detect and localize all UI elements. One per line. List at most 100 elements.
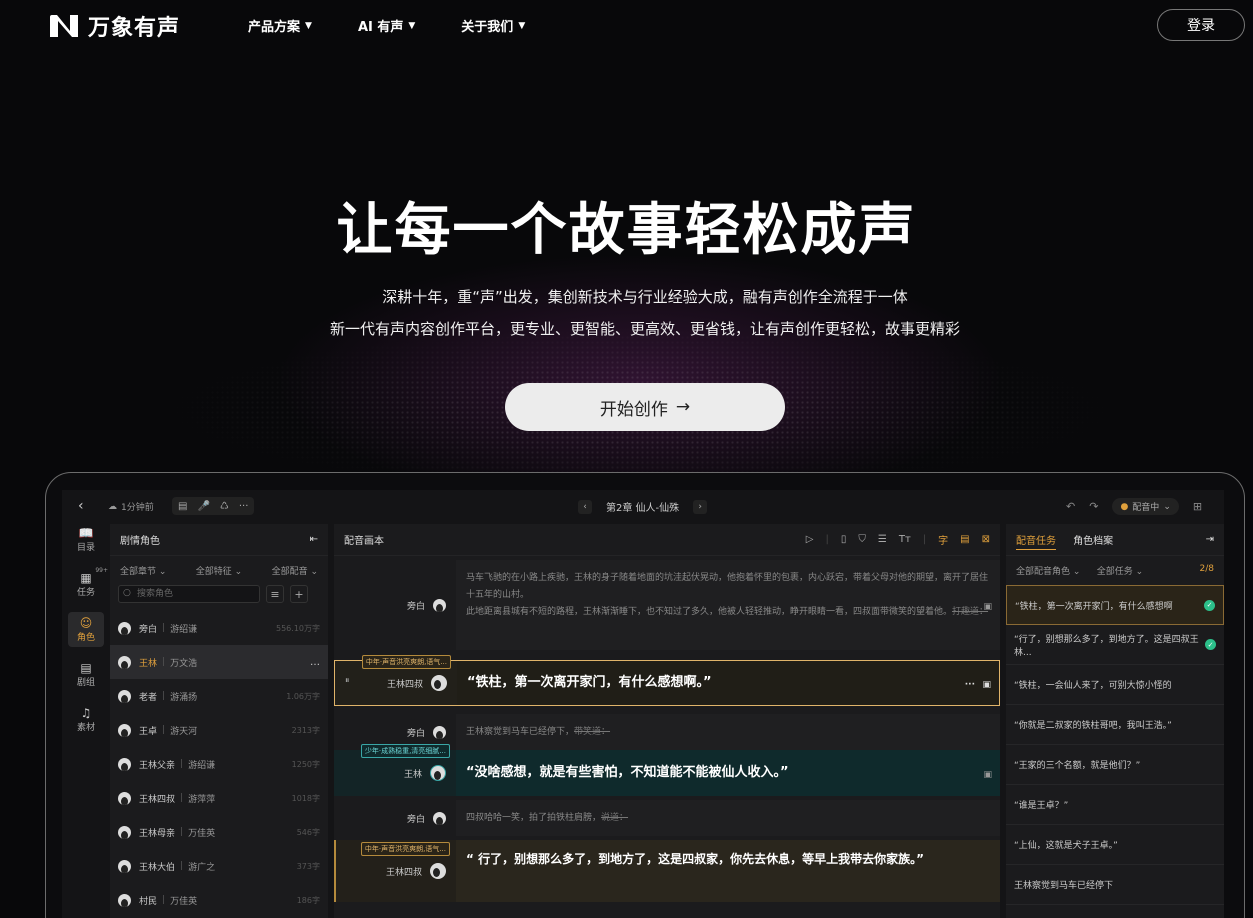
- more-icon[interactable]: ···: [965, 677, 975, 694]
- task-row[interactable]: “行了，别想那么多了，到地方了。这是四叔王林... ✓: [1006, 625, 1224, 665]
- role-row[interactable]: 村民 | 万佳英 186字: [110, 883, 328, 917]
- status-badge[interactable]: ● 配音中 ⌄: [1112, 498, 1179, 515]
- role-voice: 游绍谦: [170, 624, 198, 635]
- task-row[interactable]: “王家的三个名额，就是他们？”: [1006, 745, 1224, 785]
- toolbar-tools: ▤ 🎤 ♺ ···: [172, 497, 255, 515]
- add-role-icon[interactable]: +: [290, 585, 308, 603]
- line-text: 马车飞驰的在小路上疾驰，王林的身子随着地面的坑洼起伏晃动，他抱着怀里的包裹，内心…: [456, 560, 1000, 650]
- music-icon: ♫: [80, 706, 92, 720]
- check-icon: ✓: [1204, 599, 1215, 611]
- task-row[interactable]: “谁是王卓？”: [1006, 785, 1224, 825]
- back-icon[interactable]: ‹: [78, 498, 84, 514]
- microphone-icon[interactable]: 🎤: [197, 501, 209, 512]
- task-text: “铁柱，一会仙人来了，可别大惊小怪的: [1014, 681, 1172, 691]
- filter-label: 全部配音角色: [1016, 567, 1071, 577]
- note-icon[interactable]: ▤: [960, 534, 969, 545]
- next-chapter-icon[interactable]: ›: [693, 499, 708, 514]
- task-row-selected[interactable]: “铁柱，第一次离开家门，有什么感想啊 ✓: [1006, 585, 1224, 625]
- more-icon[interactable]: ···: [239, 501, 249, 512]
- task-row[interactable]: 王林察觉到马车已经停下: [1006, 865, 1224, 905]
- role-row-selected[interactable]: 王林 | 万文浩…: [110, 645, 328, 679]
- role-name: 王林大伯: [139, 862, 176, 873]
- avatar: [118, 859, 131, 873]
- narration-text: 此地距离县城有不短的路程，王林渐渐睡下，也不知过了多久，他被人轻轻推动，睁开眼睛…: [466, 607, 953, 618]
- task-row[interactable]: “铁柱，一会仙人来了，可别大惊小怪的: [1006, 665, 1224, 705]
- separator: |: [162, 725, 166, 735]
- filter-role[interactable]: 全部配音角色 ⌄: [1016, 564, 1080, 577]
- search-icon: ○: [123, 588, 131, 598]
- role-search-input[interactable]: ○ 搜索角色: [118, 585, 260, 603]
- page-icon[interactable]: ▯: [841, 534, 847, 545]
- role-row[interactable]: 王卓 | 游天河 2313字: [110, 713, 328, 747]
- collapse-icon[interactable]: ⇤: [310, 534, 318, 545]
- filter-task[interactable]: 全部任务 ⌄: [1097, 564, 1143, 577]
- narration-text-2: 此地距离县城有不短的路程，王林渐渐睡下，也不知过了多久，他被人轻轻推动，睁开眼睛…: [466, 604, 990, 621]
- role-row[interactable]: 老者 | 游涌扬 1.06万字: [110, 679, 328, 713]
- filter-voice[interactable]: 全部配音 ⌄: [272, 564, 318, 577]
- rail-item-assets[interactable]: ♫ 素材: [68, 702, 104, 737]
- filter-trait[interactable]: 全部特征 ⌄: [196, 564, 242, 577]
- more-icon[interactable]: …: [310, 657, 320, 668]
- role-row[interactable]: 旁白 | 游绍谦 556.10万字: [110, 611, 328, 645]
- rail-item-tasks[interactable]: ▦ 任务 99+: [68, 567, 108, 602]
- script-line-narration[interactable]: 旁白 四叔哈哈一笑，拍了拍铁柱肩膀，说道：: [334, 800, 1000, 836]
- tab-voice-tasks[interactable]: 配音任务: [1016, 536, 1056, 550]
- speaker-name: 王林四叔: [386, 679, 423, 690]
- export-icon[interactable]: ⊞: [1193, 500, 1202, 513]
- role-row[interactable]: 王林母亲 | 万佳英 546字: [110, 815, 328, 849]
- comment-icon[interactable]: ▣: [982, 677, 991, 694]
- narration-text: 四叔哈哈一笑，拍了拍铁柱肩膀，: [466, 813, 602, 823]
- comment-icon[interactable]: ▣: [983, 599, 992, 616]
- shield-icon[interactable]: ⛉: [858, 534, 866, 545]
- arrow-right-icon: →: [675, 397, 691, 417]
- line-speaker: 中年·声音洪亮爽朗,语气... ⏸ 王林四叔: [335, 655, 457, 705]
- tab-role-profile[interactable]: 角色档案: [1073, 536, 1113, 547]
- menu-item-ai[interactable]: AI 有声 ▼: [358, 16, 415, 35]
- book-icon: 📖: [78, 526, 94, 540]
- rail-label: 角色: [76, 633, 95, 643]
- rail-item-roles[interactable]: ☺ 角色: [68, 612, 104, 647]
- filter-chapter[interactable]: 全部章节 ⌄: [120, 564, 166, 577]
- prev-chapter-icon[interactable]: ‹: [578, 499, 592, 514]
- task-row[interactable]: “上仙，这就是犬子王卓。”: [1006, 825, 1224, 865]
- avatar: [433, 598, 446, 612]
- text-size-icon[interactable]: Tт: [899, 534, 911, 545]
- script-line-dialogue[interactable]: 中年·声音洪亮爽朗,语气... 王林四叔 “ 行了，别想那么多了，到地方了，这是…: [334, 840, 1000, 902]
- brand-logo[interactable]: 万象有声: [48, 10, 180, 42]
- hero-subtitle-2: 新一代有声内容创作平台，更专业、更智能、更高效、更省钱，让有声创作更轻松，故事更…: [329, 320, 960, 338]
- pause-icon[interactable]: ⏸: [345, 676, 350, 686]
- play-icon[interactable]: ▷: [806, 534, 814, 545]
- start-creating-button[interactable]: 开始创作 →: [505, 383, 785, 431]
- rail-item-catalog[interactable]: 📖 目录: [68, 522, 104, 557]
- narration-text: 王林察觉到马车已经停下，: [466, 727, 575, 737]
- image-icon[interactable]: ⊠: [982, 534, 990, 545]
- script-line-highlighted[interactable]: 中年·声音洪亮爽朗,语气... ⏸ 王林四叔 “铁柱，第一次离开家门，有什么感想…: [334, 655, 1000, 706]
- menu-item-products[interactable]: 产品方案 ▼: [248, 16, 312, 35]
- undo-icon[interactable]: ↶: [1066, 500, 1075, 513]
- script-line-narration[interactable]: 旁白 马车飞驰的在小路上疾驰，王林的身子随着地面的坑洼起伏晃动，他抱着怀里的包裹…: [334, 560, 1000, 650]
- role-row[interactable]: 王林四叔 | 游萍萍 1018字: [110, 781, 328, 815]
- role-voice: 万文浩: [170, 658, 198, 669]
- cloud-icon: ☁: [108, 501, 117, 512]
- avatar: [118, 825, 131, 839]
- filter-icon[interactable]: ☰: [878, 534, 887, 545]
- check-icon: ✓: [1205, 639, 1216, 650]
- login-button[interactable]: 登录: [1157, 9, 1245, 41]
- document-icon[interactable]: ▤: [178, 501, 187, 512]
- comment-icon[interactable]: ▣: [983, 767, 992, 784]
- voice-icon[interactable]: ♺: [220, 501, 229, 512]
- script-line-dialogue[interactable]: 少年·成熟稳重,清亮细腻... 王林 “没啥感想，就是有些害怕，不知道能不能被仙…: [334, 744, 1000, 796]
- role-row[interactable]: 王林父亲 | 游绍谦 1250字: [110, 747, 328, 781]
- collapse-right-icon[interactable]: ⇥: [1206, 534, 1214, 545]
- tasks-panel-header: 配音任务 角色档案 ⇥: [1006, 524, 1224, 556]
- translate-icon[interactable]: 字: [938, 532, 948, 547]
- role-row[interactable]: 王林大伯 | 游广之 373字: [110, 849, 328, 883]
- list-icon[interactable]: ≡: [266, 585, 284, 603]
- task-row[interactable]: “你就是二叔家的铁柱哥吧，我叫王浩。”: [1006, 705, 1224, 745]
- redo-icon[interactable]: ↷: [1089, 500, 1098, 513]
- line-text: “ 行了，别想那么多了，到地方了，这是四叔家，你先去休息，等早上我带去你家族。”: [456, 840, 1000, 902]
- menu-item-about[interactable]: 关于我们 ▼: [461, 16, 525, 35]
- avatar: [118, 757, 131, 771]
- rail-item-crew[interactable]: ▤ 剧组: [68, 657, 104, 692]
- caret-down-icon: ▼: [408, 20, 416, 31]
